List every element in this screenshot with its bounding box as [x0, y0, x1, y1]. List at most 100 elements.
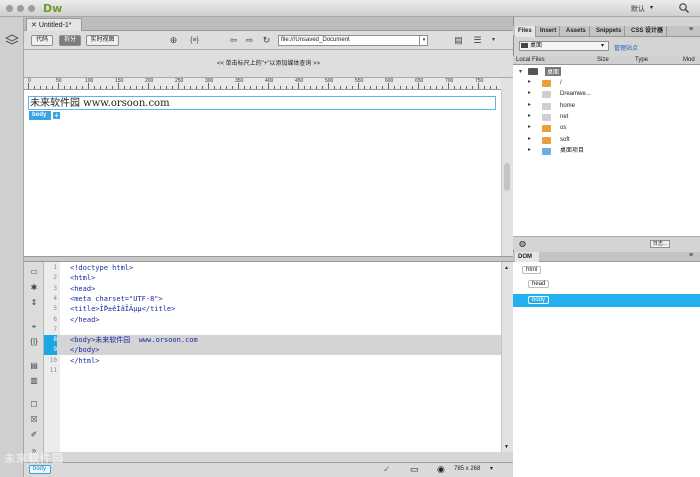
code-line[interactable]: 7 — [44, 325, 501, 335]
back-arrow-icon[interactable]: ⇦ — [228, 35, 239, 46]
add-class-button[interactable]: + — [52, 111, 61, 120]
view-options-icon[interactable]: ☰ — [472, 35, 483, 46]
chevron-down-icon[interactable]: ▾ — [650, 4, 653, 11]
file-item[interactable]: net — [560, 112, 568, 122]
balance-braces-icon[interactable]: {|} — [29, 337, 39, 347]
insert-panel-icon[interactable] — [5, 34, 19, 48]
code-line[interactable]: 9 </body> — [44, 345, 501, 356]
column-local-files[interactable]: Local Files — [516, 56, 545, 65]
preview-icon[interactable]: ◉ — [437, 464, 445, 475]
close-icon[interactable]: ✕ — [31, 22, 37, 29]
file-item[interactable]: / — [560, 78, 562, 88]
tab-snippets[interactable]: Snippets — [593, 26, 626, 37]
code-text[interactable]: <html> — [70, 273, 95, 283]
code-text[interactable]: <body>未来软件园 www.orsoon.com — [70, 335, 198, 345]
dom-node-html[interactable]: html — [522, 266, 542, 274]
close-window-button[interactable] — [6, 5, 13, 12]
comment-icon[interactable]: ☐ — [29, 400, 39, 410]
chevron-right-icon[interactable]: ▸ — [528, 135, 531, 142]
collapse-tag-icon[interactable]: ✱ — [29, 283, 39, 293]
chevron-right-icon[interactable]: ▸ — [528, 78, 531, 85]
manage-sites-link[interactable]: 管理站点 — [614, 43, 638, 52]
media-query-bar[interactable]: << 单击标尺上的"+"以添加媒体查询 >> — [24, 50, 513, 78]
address-dropdown-arrow[interactable]: ▾ — [419, 35, 428, 46]
code-line[interactable]: 10 </html> — [44, 356, 501, 366]
code-text[interactable]: <head> — [70, 284, 95, 294]
element-tag-badge[interactable]: body — [29, 111, 51, 120]
code-text[interactable]: <!doctype html> — [70, 263, 133, 273]
code-line[interactable]: 4 <meta charset="UTF-8"> — [44, 294, 501, 304]
chevron-down-icon[interactable]: ▾ — [490, 465, 493, 472]
workspace-switcher[interactable]: 默认 — [631, 4, 645, 14]
file-item[interactable]: os — [560, 123, 566, 133]
file-management-icon[interactable]: ▤ — [453, 35, 464, 46]
dom-node-head[interactable]: head — [528, 280, 550, 288]
panel-menu-icon[interactable]: ≡ — [689, 26, 693, 33]
tab-untitled-1[interactable]: ✕ Untitled-1* — [26, 18, 82, 31]
chevron-right-icon[interactable]: ▸ — [528, 146, 531, 153]
file-item[interactable]: home — [560, 101, 575, 111]
chevron-right-icon[interactable]: ▸ — [528, 101, 531, 108]
scroll-up-icon[interactable]: ▲ — [504, 265, 509, 271]
minimize-window-button[interactable] — [17, 5, 24, 12]
chevron-down-icon[interactable]: ▾ — [601, 42, 604, 49]
open-documents-icon[interactable]: ▭ — [29, 267, 39, 277]
select-parent-tag-icon[interactable]: ⌖ — [29, 322, 39, 332]
file-item[interactable]: 桌面项目 — [560, 146, 584, 156]
inspect-icon[interactable]: ⊕ — [168, 35, 179, 46]
live-view-button[interactable]: 实时视图 — [86, 35, 119, 46]
root-folder-label[interactable]: 桌面 — [545, 67, 562, 76]
site-select[interactable]: 桌面 — [519, 41, 609, 51]
file-item[interactable]: Dreamwe... — [560, 89, 591, 99]
column-size[interactable]: Size — [597, 56, 609, 65]
code-line[interactable]: 5 <title>Î̃Þ±êÌâÎÄµµ</title> — [44, 304, 501, 314]
ruler[interactable]: 0 50 100 150 200 250 300 350 400 450 500… — [24, 78, 504, 90]
code-text[interactable]: </head> — [70, 315, 100, 325]
highlight-invalid-icon[interactable]: ▥ — [29, 376, 39, 386]
search-icon[interactable] — [678, 2, 690, 14]
code-view-button[interactable]: 代码 — [31, 35, 53, 46]
design-view[interactable] — [24, 90, 501, 256]
code-scrollbar[interactable] — [501, 262, 513, 452]
code-line[interactable]: 8 <body>未来软件园 www.orsoon.com — [44, 335, 501, 346]
code-line[interactable]: 6 </head> — [44, 315, 501, 325]
column-type[interactable]: Type — [635, 56, 648, 65]
forward-arrow-icon[interactable]: ⇨ — [244, 35, 255, 46]
code-line[interactable]: 3 <head> — [44, 284, 501, 294]
chevron-right-icon[interactable]: ▸ — [528, 112, 531, 119]
code-text[interactable]: </html> — [70, 356, 100, 366]
body-element[interactable]: 未来软件园 www.orsoon.com — [28, 96, 496, 110]
code-text[interactable]: </body> — [70, 345, 100, 355]
code-line[interactable]: 2 <html> — [44, 273, 501, 283]
panel-menu-icon[interactable]: ≡ — [689, 252, 693, 259]
scroll-down-icon[interactable]: ▼ — [504, 444, 509, 450]
chevron-right-icon[interactable]: ▸ — [528, 123, 531, 130]
chevron-down-icon[interactable]: ▾ — [519, 68, 522, 75]
tag-selector[interactable]: body — [29, 465, 51, 474]
design-scroll-thumb[interactable] — [504, 163, 510, 191]
code-line[interactable]: 1 <!doctype html> — [44, 263, 501, 273]
refresh-icon[interactable]: ↻ — [261, 35, 272, 46]
dom-node-body[interactable]: body — [528, 296, 550, 304]
connect-icon[interactable]: ◍ — [519, 239, 526, 248]
tab-insert[interactable]: Insert — [537, 26, 561, 37]
chevron-right-icon[interactable]: ▸ — [528, 89, 531, 96]
code-navigator-icon[interactable]: {≡} — [189, 35, 200, 46]
file-item[interactable]: soft — [560, 135, 570, 145]
column-modified[interactable]: Mod — [683, 56, 695, 65]
log-button[interactable]: 日志... — [650, 240, 670, 248]
remove-comment-icon[interactable]: ☒ — [29, 415, 39, 425]
tab-files[interactable]: Files — [515, 26, 536, 37]
screen-size-icon[interactable]: ▭ — [410, 464, 419, 475]
tab-css-designer[interactable]: CSS 设计器 — [628, 26, 668, 37]
tab-assets[interactable]: Assets — [563, 26, 590, 37]
window-size[interactable]: 785 x 268 — [454, 466, 480, 472]
expand-all-icon[interactable]: ⇕ — [29, 298, 39, 308]
zoom-window-button[interactable] — [28, 5, 35, 12]
code-line[interactable]: 11 — [44, 366, 501, 376]
chevron-down-icon[interactable]: ▾ — [488, 35, 499, 46]
address-field[interactable]: file:///Unsaved_Document — [278, 35, 428, 46]
split-view-button[interactable]: 拆分 — [59, 35, 81, 46]
code-text[interactable]: <meta charset="UTF-8"> — [70, 294, 163, 304]
tab-dom[interactable]: DOM — [515, 252, 539, 262]
